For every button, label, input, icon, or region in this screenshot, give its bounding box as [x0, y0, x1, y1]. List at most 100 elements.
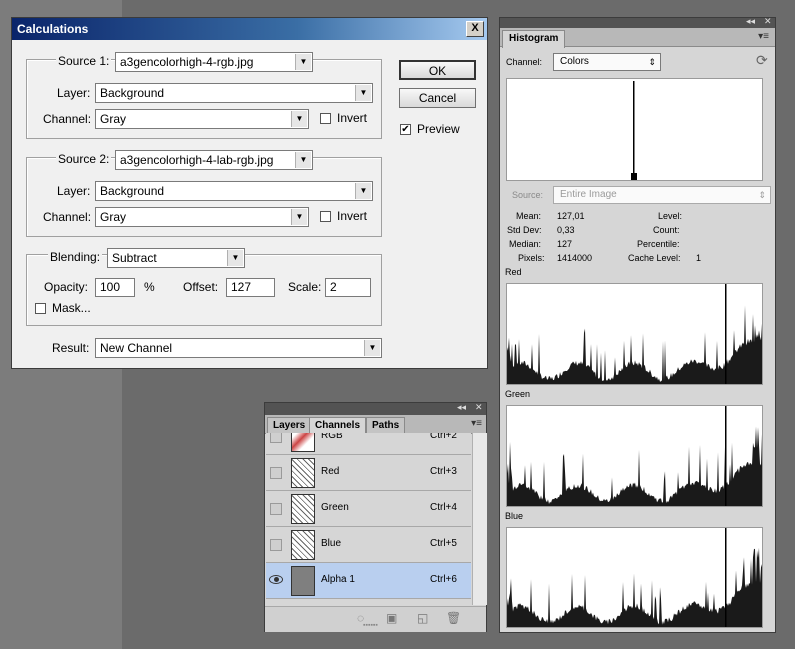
updown-arrow-icon: ⇕ — [648, 57, 656, 67]
channel-shortcut: Ctrl+3 — [430, 466, 457, 477]
histogram-red-svg — [507, 284, 762, 384]
cache-label: Cache Level: — [628, 253, 681, 263]
opacity-percent: % — [144, 280, 155, 294]
source2-layer-select[interactable]: Background ▼ — [95, 181, 373, 201]
histogram-spike — [725, 284, 727, 384]
channel-row-blue[interactable]: Blue Ctrl+5 — [266, 527, 471, 563]
source-select: Entire Image ⇕ — [553, 186, 771, 204]
histogram-channel-value: Colors — [560, 56, 589, 67]
histogram-fill — [507, 547, 762, 627]
result-select[interactable]: New Channel ▼ — [95, 338, 382, 358]
visibility-toggle[interactable] — [270, 467, 282, 479]
source2-value: a3gencolorhigh-4-lab-rgb.jpg — [120, 153, 274, 167]
pixels-value: 1414000 — [557, 253, 593, 263]
blending-value: Subtract — [112, 251, 157, 265]
result-value: New Channel — [100, 341, 173, 355]
updown-arrow-icon: ⇕ — [758, 190, 766, 200]
channel-list-scrollbar[interactable] — [472, 433, 487, 605]
source2-invert-label: Invert — [337, 209, 368, 223]
preview-label: Preview — [417, 122, 460, 136]
channel-shortcut: Ctrl+5 — [430, 538, 457, 549]
channel-name: Alpha 1 — [321, 574, 355, 585]
cache-value: 1 — [696, 253, 702, 263]
close-icon[interactable]: ✕ — [475, 402, 483, 413]
channel-row-red[interactable]: Red Ctrl+3 — [266, 455, 471, 491]
histogram-blue-svg — [507, 528, 762, 627]
source1-select[interactable]: a3gencolorhigh-4-rgb.jpg ▼ — [115, 52, 313, 72]
source1-layer-label: Layer: — [57, 86, 91, 100]
blending-select[interactable]: Subtract ▼ — [107, 248, 245, 268]
histogram-fill — [507, 305, 762, 384]
tab-histogram[interactable]: Histogram — [502, 30, 566, 48]
chevron-down-icon: ▼ — [291, 111, 307, 127]
channels-tabs: Layers Channels Paths ▾≡ — [265, 415, 486, 435]
new-channel-icon[interactable]: ◱ — [417, 611, 428, 625]
resize-grip[interactable]: ▪▪▪▪▪▪ — [363, 622, 378, 629]
dialog-titlebar: Calculations X — [12, 18, 487, 40]
channel-thumbnail — [291, 494, 315, 524]
source1-channel-label: Channel: — [43, 112, 92, 126]
source1-channel-value: Gray — [100, 112, 127, 126]
visibility-toggle[interactable] — [270, 503, 282, 515]
mask-checkbox[interactable] — [35, 303, 46, 314]
close-icon[interactable]: ✕ — [764, 16, 772, 27]
histogram-tabs: Histogram ▾≡ — [500, 28, 775, 48]
panel-menu-icon[interactable]: ▾≡ — [471, 418, 482, 429]
refresh-icon[interactable]: ⟳ — [756, 52, 768, 69]
channels-panel: ◂◂ ✕ Layers Channels Paths ▾≡ RGB Ctrl+2… — [264, 402, 487, 632]
source1-invert-checkbox[interactable] — [320, 113, 331, 124]
preview-checkbox[interactable]: ✔ — [400, 124, 411, 135]
cancel-button[interactable]: Cancel — [399, 88, 476, 108]
panel-menu-icon[interactable]: ▾≡ — [758, 31, 769, 42]
source2-channel-select[interactable]: Gray ▼ — [95, 207, 309, 227]
save-selection-icon[interactable]: ▣ — [386, 611, 397, 625]
std-label: Std Dev: — [507, 225, 542, 235]
pixels-label: Pixels: — [518, 253, 545, 263]
channel-shortcut: Ctrl+2 — [430, 433, 457, 441]
source2-invert-checkbox[interactable] — [320, 211, 331, 222]
percentile-label: Percentile: — [637, 239, 680, 249]
median-value: 127 — [557, 239, 573, 249]
trash-icon[interactable]: 🗑 — [446, 611, 461, 625]
histogram-green-svg — [507, 406, 762, 506]
median-label: Median: — [509, 239, 542, 249]
offset-input[interactable]: 127 — [226, 278, 275, 297]
source2-layer-label: Layer: — [57, 184, 91, 198]
scale-input[interactable]: 2 — [325, 278, 371, 297]
ok-button[interactable]: OK — [399, 60, 476, 80]
source2-label: Source 2: — [56, 152, 112, 166]
visibility-toggle[interactable] — [270, 539, 282, 551]
channel-shortcut: Ctrl+4 — [430, 502, 457, 513]
histogram-colors-spike — [633, 81, 635, 180]
histogram-channel-select[interactable]: Colors ⇕ — [553, 53, 661, 71]
source1-value: a3gencolorhigh-4-rgb.jpg — [120, 55, 254, 69]
offset-label: Offset: — [183, 280, 219, 294]
chevron-down-icon: ▼ — [355, 85, 371, 101]
collapse-icon[interactable]: ◂◂ — [457, 402, 466, 413]
channel-row-rgb[interactable]: RGB Ctrl+2 — [266, 433, 471, 455]
histogram-colors-svg — [631, 81, 637, 180]
chevron-down-icon: ▼ — [295, 152, 311, 168]
channel-row-alpha1[interactable]: Alpha 1 Ctrl+6 — [266, 563, 471, 599]
chevron-down-icon: ▼ — [295, 54, 311, 70]
visibility-toggle[interactable] — [270, 433, 282, 443]
mean-value: 127,01 — [557, 211, 585, 221]
blending-label: Blending: — [48, 250, 103, 264]
source1-layer-select[interactable]: Background ▼ — [95, 83, 373, 103]
chevron-down-icon: ▼ — [355, 183, 371, 199]
histogram-green-graph — [506, 405, 763, 507]
eye-icon[interactable] — [269, 575, 283, 584]
channel-thumbnail — [291, 458, 315, 488]
dialog-title: Calculations — [17, 22, 89, 36]
histogram-spike — [725, 528, 727, 627]
channel-thumbnail — [291, 433, 315, 452]
channel-row-green[interactable]: Green Ctrl+4 — [266, 491, 471, 527]
histogram-fill — [507, 426, 762, 506]
dialog-close-button[interactable]: X — [466, 21, 484, 37]
mask-label[interactable]: Mask... — [52, 301, 91, 315]
collapse-icon[interactable]: ◂◂ — [746, 16, 755, 27]
opacity-input[interactable]: 100 — [95, 278, 135, 297]
source1-channel-select[interactable]: Gray ▼ — [95, 109, 309, 129]
source2-select[interactable]: a3gencolorhigh-4-lab-rgb.jpg ▼ — [115, 150, 313, 170]
red-label: Red — [505, 267, 522, 277]
